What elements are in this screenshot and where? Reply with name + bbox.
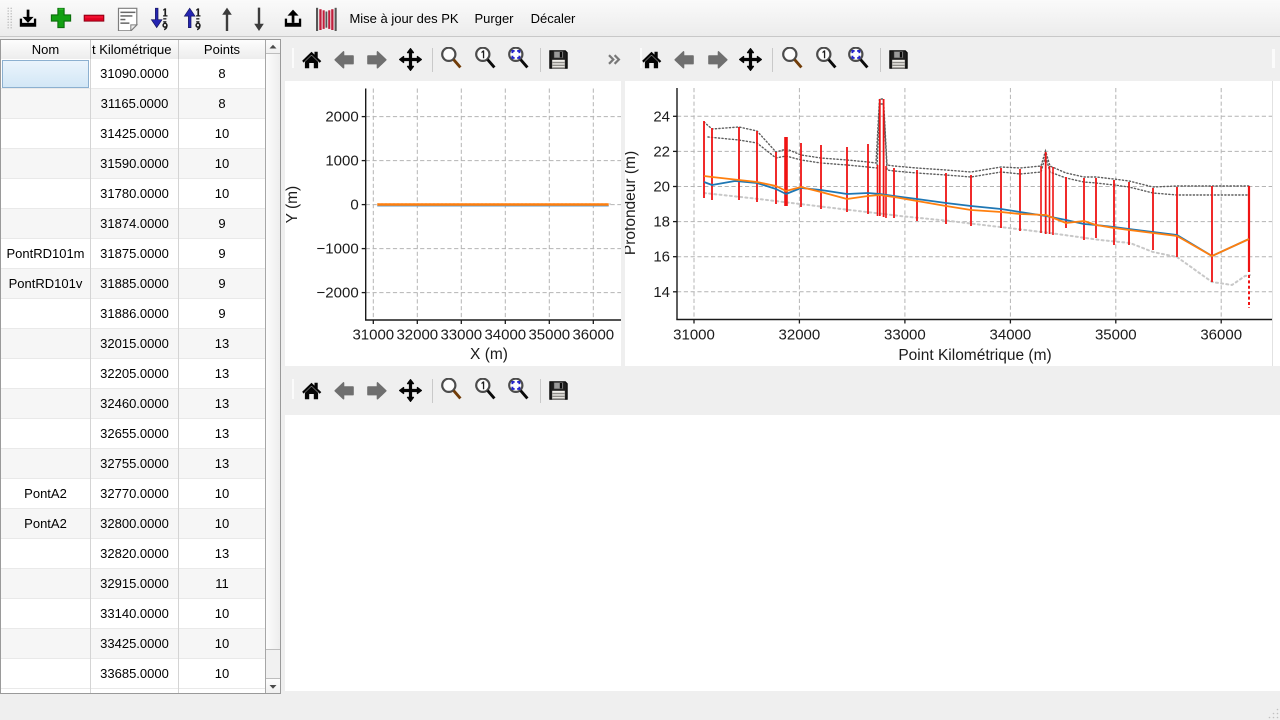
svg-text:−1000: −1000 <box>317 241 359 258</box>
svg-text:2000: 2000 <box>325 109 358 126</box>
svg-text:33000: 33000 <box>440 327 482 344</box>
svg-text:33000: 33000 <box>884 327 926 344</box>
svg-text:36000: 36000 <box>1200 327 1242 344</box>
svg-text:36000: 36000 <box>572 327 614 344</box>
svg-text:32000: 32000 <box>396 327 438 344</box>
svg-text:34000: 34000 <box>990 327 1032 344</box>
svg-text:32000: 32000 <box>779 327 821 344</box>
svg-text:0: 0 <box>350 197 358 214</box>
svg-text:1000: 1000 <box>325 153 358 170</box>
svg-text:Point Kilométrique (m): Point Kilométrique (m) <box>898 347 1051 364</box>
svg-text:16: 16 <box>653 249 670 266</box>
svg-text:14: 14 <box>653 284 670 301</box>
svg-text:X (m): X (m) <box>470 346 508 363</box>
svg-text:22: 22 <box>653 143 670 160</box>
svg-text:35000: 35000 <box>528 327 570 344</box>
svg-text:Profondeur (m): Profondeur (m) <box>625 151 639 255</box>
svg-text:24: 24 <box>653 108 670 125</box>
svg-text:Y (m): Y (m) <box>285 186 301 224</box>
svg-text:31000: 31000 <box>352 327 394 344</box>
svg-text:18: 18 <box>653 214 670 231</box>
svg-text:20: 20 <box>653 179 670 196</box>
svg-text:31000: 31000 <box>673 327 715 344</box>
svg-text:34000: 34000 <box>484 327 526 344</box>
svg-text:−2000: −2000 <box>317 285 359 302</box>
svg-text:35000: 35000 <box>1095 327 1137 344</box>
